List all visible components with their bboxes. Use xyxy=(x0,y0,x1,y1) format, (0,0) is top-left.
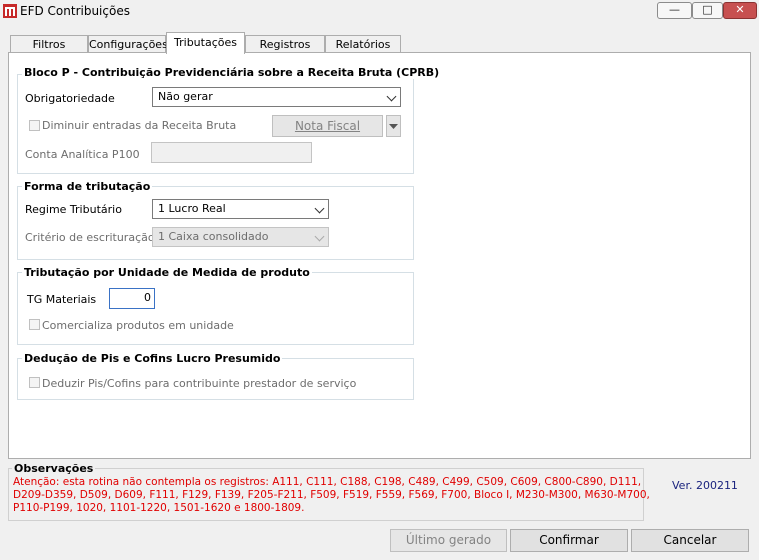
regime-value: 1 Lucro Real xyxy=(158,202,226,215)
conta-analitica-input[interactable] xyxy=(151,142,312,163)
diminuir-checkbox[interactable] xyxy=(29,120,40,131)
cancelar-button[interactable]: Cancelar xyxy=(631,529,749,552)
diminuir-label: Diminuir entradas da Receita Bruta xyxy=(42,119,237,132)
criterio-label: Critério de escrituração xyxy=(25,231,155,244)
nota-fiscal-button[interactable]: Nota Fiscal xyxy=(272,115,383,137)
chevron-down-icon xyxy=(314,203,325,214)
chevron-down-icon xyxy=(314,231,325,242)
unidade-title: Tributação por Unidade de Medida de prod… xyxy=(22,266,312,279)
minimize-button[interactable]: — xyxy=(657,2,692,19)
tg-materiais-input[interactable]: 0 xyxy=(109,288,155,309)
app-logo-icon xyxy=(3,4,17,18)
minimize-icon: — xyxy=(669,3,680,16)
observacoes-line-3: P110-P199, 1020, 1101-1220, 1501-1620 e … xyxy=(13,502,305,514)
version-label: Ver. 200211 xyxy=(672,479,738,492)
nota-fiscal-dropdown-button[interactable] xyxy=(386,115,401,137)
criterio-value: 1 Caixa consolidado xyxy=(158,230,269,243)
obrigatoriedade-label: Obrigatoriedade xyxy=(25,92,115,105)
obrigatoriedade-select[interactable]: Não gerar xyxy=(152,87,401,107)
tab-filtros[interactable]: Filtros xyxy=(10,35,88,53)
observacoes-title: Observações xyxy=(12,462,96,475)
criterio-select[interactable]: 1 Caixa consolidado xyxy=(152,227,329,247)
regime-label: Regime Tributário xyxy=(25,203,122,216)
observacoes-line-2: D209-D359, D509, D609, F111, F129, F139,… xyxy=(13,489,650,501)
deduzir-label: Deduzir Pis/Cofins para contribuinte pre… xyxy=(42,377,357,390)
maximize-icon: □ xyxy=(702,3,713,16)
ultimo-gerado-button[interactable]: Último gerado xyxy=(390,529,507,552)
close-icon: ✕ xyxy=(735,3,745,16)
deduzir-checkbox[interactable] xyxy=(29,377,40,388)
tab-registros[interactable]: Registros xyxy=(245,35,325,53)
tab-relatorios[interactable]: Relatórios xyxy=(325,35,401,53)
deducao-title: Dedução de Pis e Cofins Lucro Presumido xyxy=(22,352,283,365)
tab-tributacoes[interactable]: Tributações xyxy=(166,32,245,54)
conta-analitica-label: Conta Analítica P100 xyxy=(25,148,140,161)
comercializa-checkbox[interactable] xyxy=(29,319,40,330)
tg-materiais-label: TG Materiais xyxy=(27,293,97,306)
chevron-down-icon xyxy=(386,91,397,102)
unidade-group xyxy=(17,272,414,345)
forma-tributacao-title: Forma de tributação xyxy=(22,180,153,193)
confirmar-button[interactable]: Confirmar xyxy=(510,529,628,552)
observacoes-line-1: Atenção: esta rotina não contempla os re… xyxy=(13,476,642,488)
window-title: EFD Contribuições xyxy=(20,4,130,18)
regime-select[interactable]: 1 Lucro Real xyxy=(152,199,329,219)
bloco-p-title: Bloco P - Contribuição Previdenciária so… xyxy=(22,66,442,79)
tab-configuracoes[interactable]: Configurações xyxy=(88,35,168,53)
forma-tributacao-group xyxy=(17,186,414,260)
triangle-down-icon xyxy=(389,124,398,129)
obrigatoriedade-value: Não gerar xyxy=(158,90,213,103)
maximize-button[interactable]: □ xyxy=(692,2,723,19)
close-button[interactable]: ✕ xyxy=(723,2,757,19)
comercializa-label: Comercializa produtos em unidade xyxy=(42,319,234,332)
